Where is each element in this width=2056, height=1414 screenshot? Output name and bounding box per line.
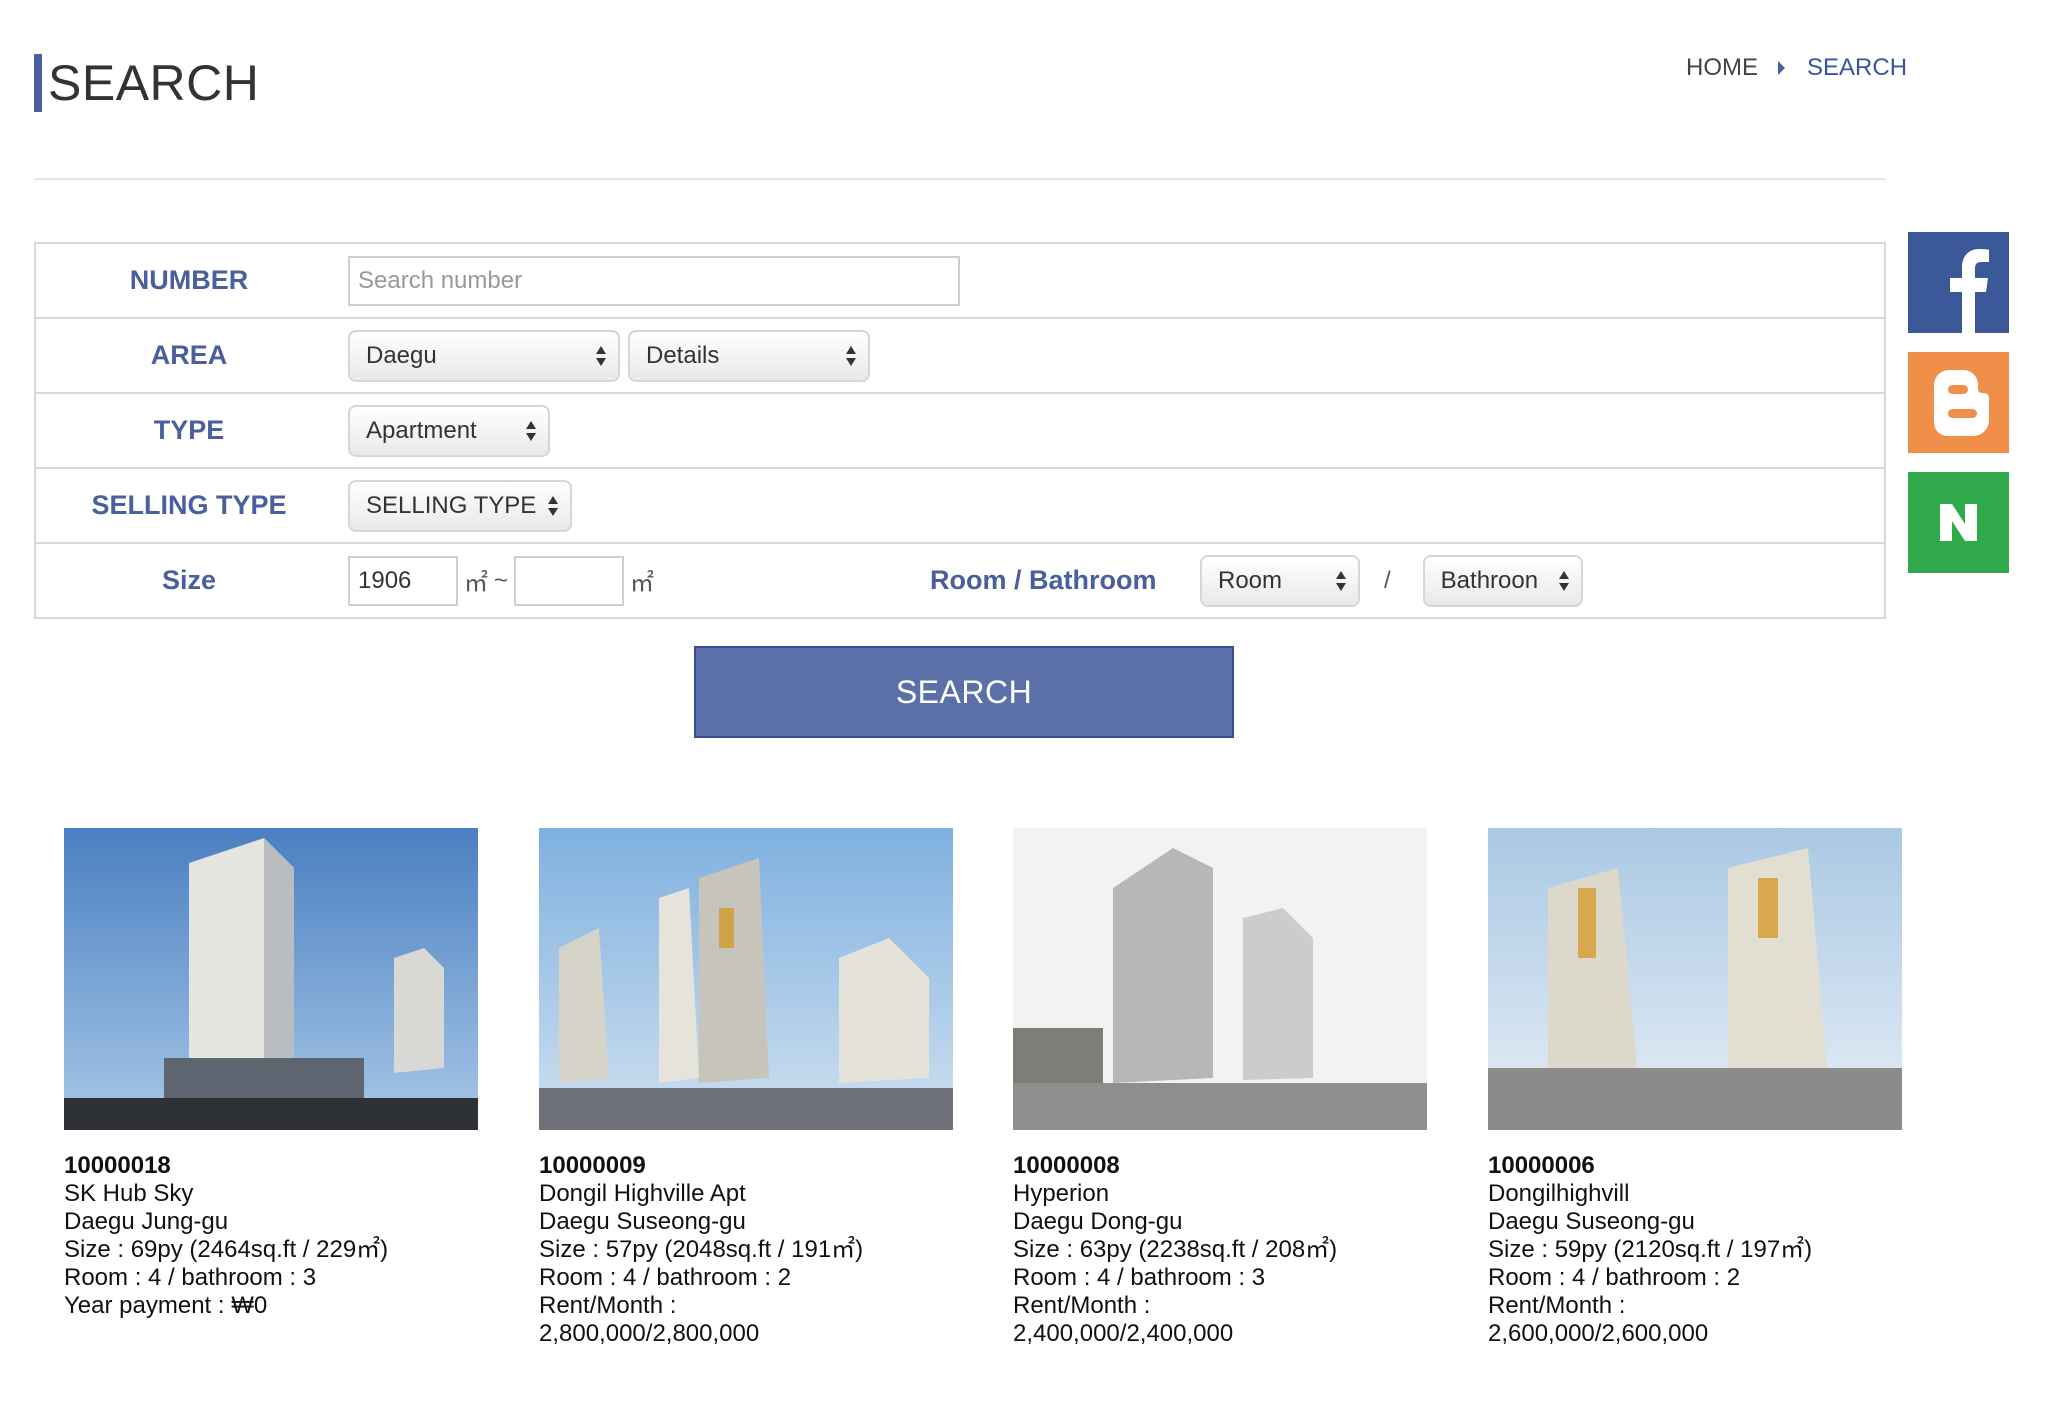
number-search-input[interactable]: [348, 255, 960, 306]
select-arrows-icon: [596, 345, 606, 367]
breadcrumb-home-link[interactable]: HOME: [1686, 52, 1758, 84]
type-select-value: Apartment: [366, 416, 477, 444]
area-details-select[interactable]: Details: [628, 329, 870, 382]
title-divider: [34, 178, 1886, 180]
type-row: TYPE Apartment: [36, 392, 1884, 467]
page-title: SEARCH: [34, 54, 259, 112]
listing-rooms: Room : 4 / bathroom : 3: [1013, 1264, 1266, 1291]
listing-card[interactable]: 10000009 Dongil Highville Apt Daegu Suse…: [539, 828, 953, 1348]
listing-number: 10000009: [539, 1152, 646, 1179]
room-bathroom-separator: /: [1384, 566, 1391, 594]
size-label: Size: [161, 565, 217, 595]
listing-number: 10000008: [1013, 1152, 1120, 1179]
naver-icon: [1940, 504, 1977, 541]
listing-location: Daegu Dong-gu: [1013, 1208, 1183, 1235]
listing-rooms: Room : 4 / bathroom : 2: [1488, 1264, 1741, 1291]
facebook-share-button[interactable]: [1908, 232, 2009, 333]
number-row: NUMBER: [36, 244, 1884, 317]
listing-number: 10000018: [64, 1152, 171, 1179]
listing-rooms: Room : 4 / bathroom : 3: [64, 1264, 317, 1291]
listing-number: 10000006: [1488, 1152, 1595, 1179]
select-arrows-icon: [1336, 570, 1346, 592]
selling-type-select-value: SELLING TYPE: [366, 491, 537, 519]
search-button[interactable]: SEARCH: [694, 646, 1234, 738]
listing-price: Rent/Month :: [1488, 1292, 1626, 1319]
listing-size: Size : 57py (2048sq.ft / 191㎡): [539, 1236, 864, 1263]
listing-price-value: 2,600,000/2,600,000: [1488, 1320, 1709, 1347]
blogger-share-button[interactable]: [1908, 352, 2009, 453]
selling-type-row: SELLING TYPE SELLING TYPE: [36, 467, 1884, 542]
breadcrumb: HOME SEARCH: [1686, 52, 1907, 84]
listing-price: Rent/Month :: [539, 1292, 677, 1319]
listing-card[interactable]: 10000008 Hyperion Daegu Dong-gu Size : 6…: [1013, 828, 1427, 1348]
listing-name: Dongilhighvill: [1488, 1180, 1630, 1207]
type-label: TYPE: [153, 415, 225, 445]
bathroom-select[interactable]: Bathroon: [1422, 554, 1583, 607]
area-label: AREA: [150, 340, 228, 370]
property-photo[interactable]: [64, 828, 478, 1130]
listing-price: Rent/Month :: [1013, 1292, 1151, 1319]
area-select[interactable]: Daegu: [348, 329, 620, 382]
size-row: Size ㎡ ~ ㎡ Room / Bathroom Room / Bathro…: [36, 542, 1884, 617]
listing-name: Dongil Highville Apt: [539, 1180, 746, 1207]
listing-price-value: 2,400,000/2,400,000: [1013, 1320, 1234, 1347]
size-range-separator: ~: [494, 566, 509, 594]
room-bathroom-label: Room / Bathroom: [930, 565, 1157, 595]
listing-location: Daegu Suseong-gu: [539, 1208, 746, 1235]
select-arrows-icon: [526, 420, 536, 442]
naver-share-button[interactable]: [1908, 472, 2009, 573]
listing-price-value: 2,800,000/2,800,000: [539, 1320, 760, 1347]
listing-size: Size : 59py (2120sq.ft / 197㎡): [1488, 1236, 1813, 1263]
area-select-value: Daegu: [366, 341, 437, 369]
size-max-unit: ㎡: [630, 570, 655, 597]
size-max-input[interactable]: [514, 555, 625, 606]
select-arrows-icon: [548, 495, 558, 517]
property-photo[interactable]: [1488, 828, 1902, 1130]
listing-location: Daegu Jung-gu: [64, 1208, 229, 1235]
type-select[interactable]: Apartment: [348, 404, 550, 457]
listing-price: Year payment : ₩0: [64, 1292, 268, 1319]
listing-location: Daegu Suseong-gu: [1488, 1208, 1695, 1235]
property-photo[interactable]: [1013, 828, 1427, 1130]
property-photo[interactable]: [539, 828, 953, 1130]
area-row: AREA Daegu Details: [36, 317, 1884, 392]
listing-card[interactable]: 10000018 SK Hub Sky Daegu Jung-gu Size :…: [64, 828, 478, 1320]
select-arrows-icon: [1558, 570, 1569, 592]
blogger-icon: [1934, 370, 1989, 436]
listing-size: Size : 69py (2464sq.ft / 229㎡): [64, 1236, 389, 1263]
selling-type-label: SELLING TYPE: [91, 490, 287, 520]
room-select-value: Room: [1218, 566, 1283, 594]
listing-name: SK Hub Sky: [64, 1180, 194, 1207]
selling-type-select[interactable]: SELLING TYPE: [348, 479, 572, 532]
listing-name: Hyperion: [1013, 1180, 1110, 1207]
select-arrows-icon: [846, 345, 856, 367]
breadcrumb-arrow-icon: [1778, 61, 1785, 75]
room-select[interactable]: Room: [1200, 554, 1360, 607]
listing-size: Size : 63py (2238sq.ft / 208㎡): [1013, 1236, 1338, 1263]
size-min-input[interactable]: [348, 555, 458, 606]
listing-card[interactable]: 10000006 Dongilhighvill Daegu Suseong-gu…: [1488, 828, 1902, 1348]
search-form: NUMBER AREA Daegu Details TYPE Apartment: [34, 242, 1886, 619]
size-min-unit: ㎡: [464, 570, 488, 597]
listing-rooms: Room : 4 / bathroom : 2: [539, 1264, 792, 1291]
facebook-icon: [1950, 249, 1989, 333]
number-label: NUMBER: [129, 265, 249, 295]
bathroom-select-value: Bathroon: [1440, 566, 1539, 594]
area-details-select-value: Details: [646, 341, 720, 369]
breadcrumb-current-link[interactable]: SEARCH: [1807, 52, 1907, 84]
